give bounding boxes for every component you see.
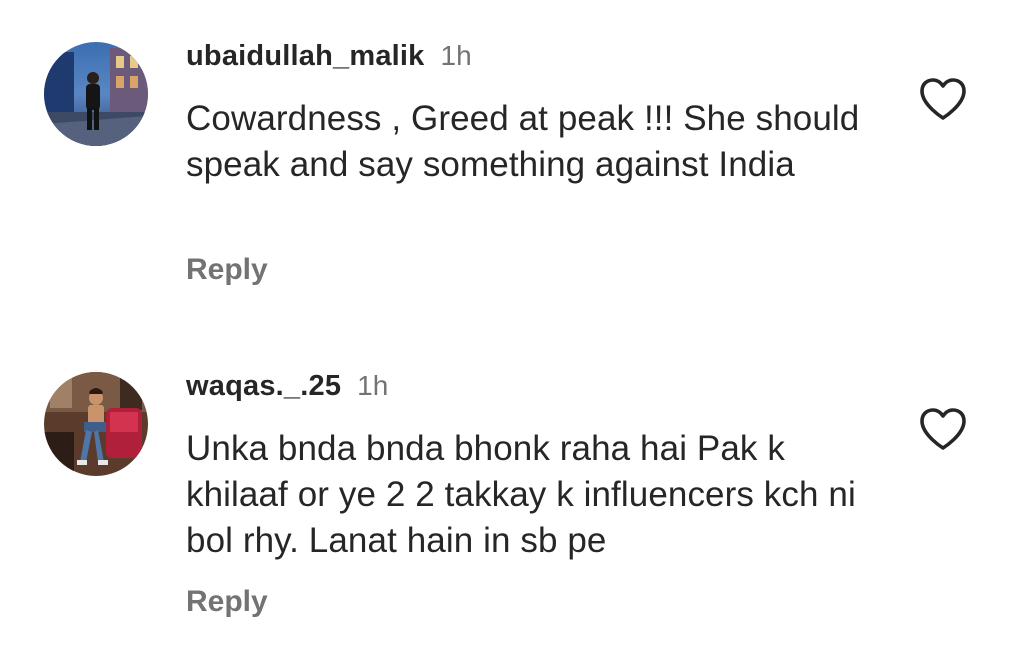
- heart-outline-icon: [920, 408, 966, 450]
- avatar[interactable]: [44, 42, 148, 146]
- reply-button[interactable]: Reply: [186, 252, 268, 288]
- avatar[interactable]: [44, 372, 148, 476]
- heart-outline-icon: [920, 78, 966, 120]
- timestamp: 1h: [440, 40, 472, 71]
- comment-text: Cowardness , Greed at peak !!! She shoul…: [186, 99, 860, 184]
- comment-meta: ubaidullah_malik 1h: [186, 38, 472, 79]
- like-button[interactable]: [918, 406, 968, 452]
- username[interactable]: ubaidullah_malik: [186, 40, 425, 72]
- like-button[interactable]: [918, 76, 968, 122]
- username[interactable]: waqas._.25: [186, 370, 341, 402]
- comment-meta: waqas._.25 1h: [186, 368, 388, 409]
- reply-button[interactable]: Reply: [186, 584, 268, 620]
- timestamp: 1h: [357, 370, 389, 401]
- comment-text: Unka bnda bnda bhonk raha hai Pak k khil…: [186, 429, 856, 560]
